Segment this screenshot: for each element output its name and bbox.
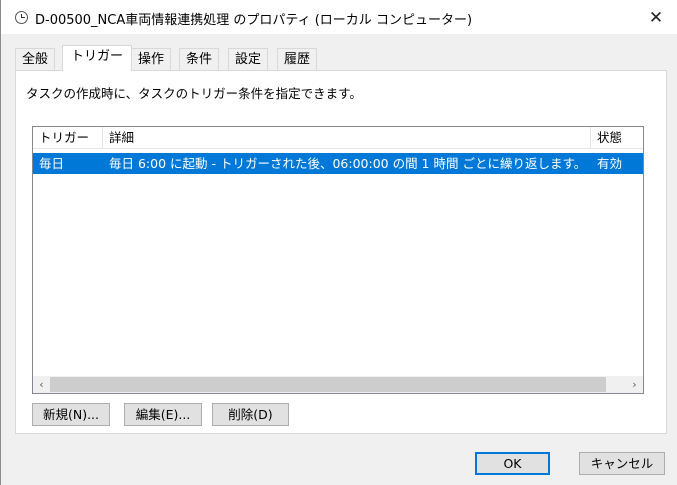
tab-general[interactable]: 全般 (15, 48, 56, 70)
close-button[interactable]: ✕ (642, 6, 670, 30)
scroll-right-icon[interactable]: › (626, 376, 643, 393)
table-row[interactable]: 毎日 毎日 6:00 に起動 - トリガーされた後、06:00:00 の間 1 … (33, 153, 643, 174)
triggers-description: タスクの作成時に、タスクのトリガー条件を指定できます。 (26, 86, 362, 101)
column-header-status[interactable]: 状態 (591, 127, 643, 149)
triggers-panel: タスクの作成時に、タスクのトリガー条件を指定できます。 トリガー 詳細 状態 毎… (15, 70, 667, 434)
properties-dialog: D-00500_NCA車両情報連携処理 のプロパティ (ローカル コンピューター… (0, 0, 677, 485)
title-bar: D-00500_NCA車両情報連携処理 のプロパティ (ローカル コンピューター… (1, 0, 677, 34)
column-header-trigger[interactable]: トリガー (33, 127, 103, 149)
scroll-thumb[interactable] (50, 377, 606, 392)
window-title: D-00500_NCA車両情報連携処理 のプロパティ (ローカル コンピューター… (35, 13, 473, 28)
edit-trigger-button[interactable]: 編集(E)... (124, 403, 202, 426)
column-header-detail[interactable]: 詳細 (103, 127, 591, 149)
tab-history[interactable]: 履歴 (277, 48, 318, 70)
triggers-list[interactable]: トリガー 詳細 状態 毎日 毎日 6:00 に起動 - トリガーされた後、06:… (32, 126, 644, 394)
cancel-button[interactable]: キャンセル (579, 452, 665, 475)
delete-trigger-button[interactable]: 削除(D) (212, 403, 289, 426)
tab-conditions[interactable]: 条件 (179, 48, 220, 70)
clock-icon (15, 11, 28, 24)
list-header: トリガー 詳細 状態 (33, 127, 643, 149)
horizontal-scrollbar[interactable]: ‹ › (33, 376, 643, 393)
row-trigger: 毎日 (39, 156, 65, 171)
row-status: 有効 (597, 156, 623, 171)
tab-settings[interactable]: 設定 (228, 48, 269, 70)
tab-actions[interactable]: 操作 (131, 48, 172, 70)
row-detail: 毎日 6:00 に起動 - トリガーされた後、06:00:00 の間 1 時間 … (109, 156, 587, 171)
ok-button[interactable]: OK (475, 452, 550, 475)
tab-triggers[interactable]: トリガー (62, 45, 133, 71)
new-trigger-button[interactable]: 新規(N)... (32, 403, 110, 426)
scroll-left-icon[interactable]: ‹ (33, 376, 50, 393)
